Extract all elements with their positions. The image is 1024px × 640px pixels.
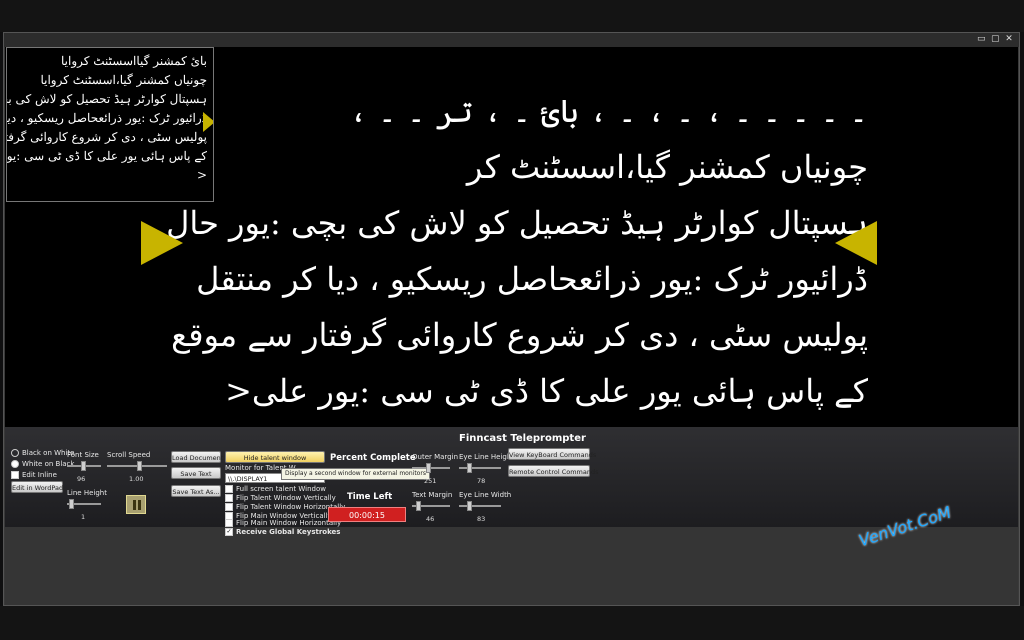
eye-line-width-label: Eye Line Width: [459, 491, 512, 499]
preview-line: بائ کمشنر گیااسسٹنٹ کروایا: [61, 54, 207, 68]
minimize-icon[interactable]: ▭: [977, 35, 986, 44]
slider-thumb[interactable]: [467, 463, 472, 473]
checkbox-icon: [11, 471, 19, 479]
checkbox-icon: [225, 494, 233, 502]
talent-window-preview: بائ کمشنر گیااسسٹنٹ کروایا چونیاں کمشنر …: [6, 47, 214, 202]
preview-line: <: [196, 168, 207, 182]
text-margin-value: 46: [426, 515, 435, 523]
scroll-speed-value: 1.00: [129, 475, 144, 483]
eye-line-left-marker-icon: [141, 221, 183, 265]
maximize-icon[interactable]: ▢: [991, 35, 1000, 44]
title-bar: ▭ ▢ ✕: [4, 33, 1019, 47]
line-height-label: Line Height: [67, 489, 107, 497]
time-left-label: Time Left: [347, 492, 393, 502]
save-text-button[interactable]: Save Text: [171, 467, 221, 479]
checkbox-icon: [225, 503, 233, 511]
prompter-line: پولیس سٹی ، دی کر شروع کاروائی گرفتار سے…: [171, 316, 868, 354]
preview-marker-icon: [203, 112, 213, 132]
app-window: ▭ ▢ ✕ ۔ ۔ ۔ ۔ ۔ ، ۔ ، ۔ ، بائ ۔ ، تر ۔ ۔…: [3, 32, 1020, 606]
font-size-slider[interactable]: [67, 461, 101, 471]
full-screen-checkbox[interactable]: Full screen talent Window: [225, 485, 326, 494]
flip-main-horizontal-checkbox[interactable]: Flip Main Window Horizontally: [225, 519, 341, 528]
slider-thumb[interactable]: [137, 461, 142, 471]
prompter-line: ڈرائیور ٹرک :یور ذرائعحاصل ریسکیو ، دیا …: [196, 260, 868, 298]
slider-thumb[interactable]: [426, 463, 431, 473]
tooltip: Display a second window for external mon…: [281, 468, 430, 480]
outer-margin-slider[interactable]: [412, 463, 450, 473]
line-height-slider[interactable]: [67, 499, 101, 509]
eye-line-width-value: 83: [477, 515, 486, 523]
checkbox-icon: [225, 519, 233, 527]
prompter-display: ۔ ۔ ۔ ۔ ۔ ، ۔ ، ۔ ، بائ ۔ ، تر ۔ ۔ ، چون…: [5, 47, 1018, 427]
preview-line: ہسپتال کوارٹر ہیڈ تحصیل کو لاش کی بچی :ی…: [7, 92, 207, 106]
prompter-line: کے پاس ہائی یور علی کا ڈی ٹی سی :یور علی…: [225, 372, 868, 410]
font-size-value: 96: [77, 475, 86, 483]
edit-in-wordpad-button[interactable]: Edit in WordPad: [11, 481, 63, 493]
text-margin-label: Text Margin: [412, 491, 453, 499]
preview-line: چونیاں کمشنر گیا،اسسٹنٹ کروایا: [40, 73, 207, 87]
percent-complete-label: Percent Complete: [330, 453, 416, 463]
remote-control-commands-button[interactable]: Remote Control Commands: [508, 465, 599, 477]
global-keystrokes-checkbox[interactable]: ✓ Receive Global Keystrokes: [225, 528, 340, 537]
time-left-value: 00:00:15: [328, 507, 406, 522]
outer-margin-value: 251: [424, 477, 437, 485]
prompter-line: ہسپتال کوارٹر ہیڈ تحصیل کو لاش کی بچی :ی…: [166, 204, 868, 242]
edit-inline-checkbox[interactable]: Edit Inline: [11, 471, 57, 480]
hide-talent-window-button[interactable]: Hide talent window: [225, 451, 325, 463]
preview-line: کے پاس ہائی یور علی کا ڈی ٹی سی :یور علی: [6, 149, 207, 163]
black-on-white-radio[interactable]: Black on White: [11, 449, 74, 458]
load-document-button[interactable]: Load Document: [171, 451, 223, 463]
radio-selected-icon: [11, 460, 19, 468]
bottom-black-bar: [0, 606, 1024, 640]
line-height-value: 1: [81, 513, 86, 521]
eye-line-height-slider[interactable]: [459, 463, 501, 473]
slider-thumb[interactable]: [416, 501, 421, 511]
close-icon[interactable]: ✕: [1005, 35, 1013, 44]
top-black-bar: [0, 0, 1024, 32]
radio-icon: [11, 449, 19, 457]
scroll-speed-label: Scroll Speed: [107, 451, 151, 459]
white-on-black-radio[interactable]: White on Black: [11, 460, 74, 469]
slider-thumb[interactable]: [81, 461, 86, 471]
eye-line-right-marker-icon: [835, 221, 877, 265]
slider-thumb[interactable]: [69, 499, 74, 509]
save-text-as-button[interactable]: Save Text As...: [171, 485, 221, 497]
preview-line: ڈرائیور ٹرک :یور ذرائعحاصل ریسکیو ، دیا …: [7, 111, 207, 125]
font-size-label: Font Size: [67, 451, 99, 459]
eye-line-height-value: 78: [477, 477, 486, 485]
flip-talent-vertical-checkbox[interactable]: Flip Talent Window Vertically: [225, 494, 336, 503]
pause-icon[interactable]: [126, 495, 146, 514]
checkbox-icon: [225, 485, 233, 493]
view-keyboard-commands-button[interactable]: View KeyBoard Commands: [508, 448, 596, 460]
text-margin-slider[interactable]: [412, 501, 450, 511]
preview-line: پولیس سٹی ، دی کر شروع کاروائی گرفتار سے…: [7, 130, 207, 144]
app-title: Finncast Teleprompter: [459, 433, 586, 444]
outer-margin-label: Outer Margin: [412, 453, 459, 461]
eye-line-height-label: Eye Line Height: [459, 453, 515, 461]
scroll-speed-slider[interactable]: [107, 461, 167, 471]
checkbox-checked-icon: ✓: [225, 528, 233, 536]
slider-thumb[interactable]: [467, 501, 472, 511]
eye-line-width-slider[interactable]: [459, 501, 501, 511]
